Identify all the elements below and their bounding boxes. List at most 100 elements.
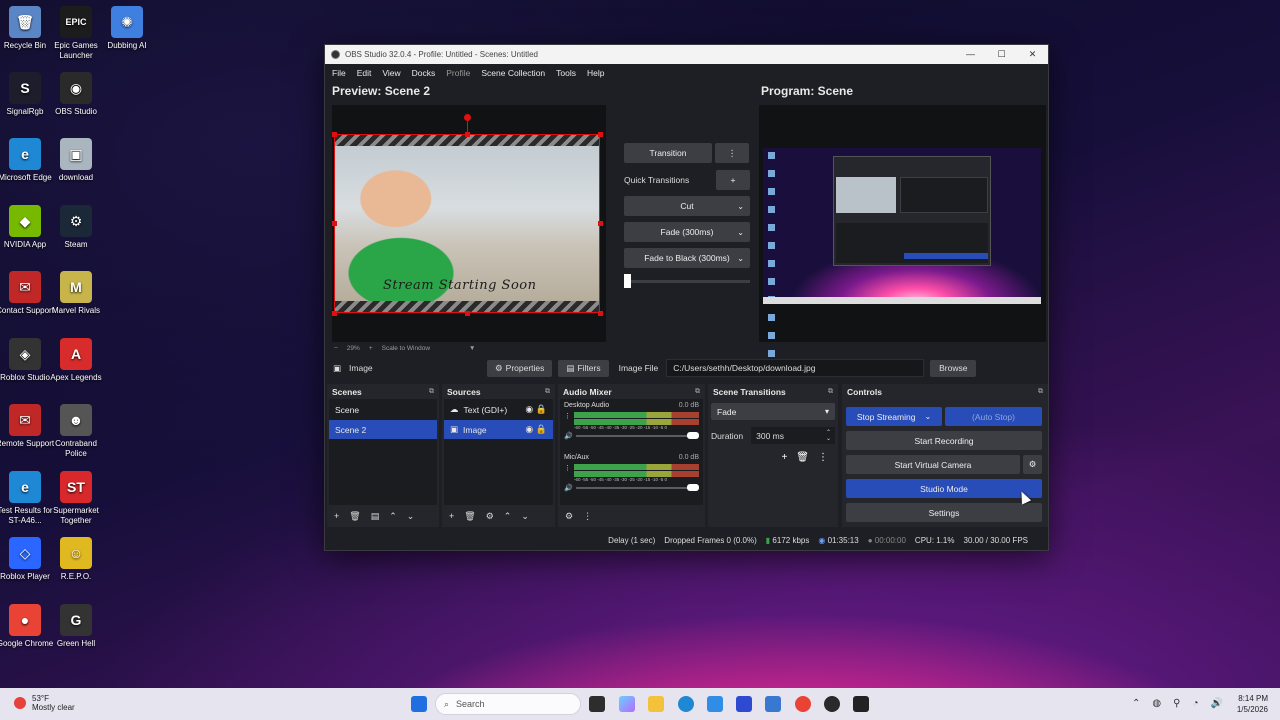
desktop-icon-dubbing-ai[interactable]: ✺ Dubbing AI bbox=[96, 6, 158, 51]
eye-icon[interactable]: ◉ bbox=[525, 404, 533, 414]
volume-slider[interactable] bbox=[576, 432, 699, 440]
selected-source-bounds[interactable]: Stream Starting Soon bbox=[334, 134, 600, 313]
desktop-icon-r-e-p-o[interactable]: ☺ R.E.P.O. bbox=[45, 537, 107, 582]
copilot-icon[interactable] bbox=[619, 696, 635, 712]
menu-help[interactable]: Help bbox=[587, 68, 604, 78]
mail-icon[interactable] bbox=[765, 696, 781, 712]
zoom-mode[interactable]: Scale to Window bbox=[382, 345, 430, 352]
volume-slider-handle[interactable] bbox=[687, 484, 699, 491]
move-up-icon[interactable]: ⌃ bbox=[504, 511, 512, 522]
menu-profile[interactable]: Profile bbox=[446, 68, 470, 78]
rotation-handle[interactable] bbox=[464, 114, 471, 121]
resize-handle-tr[interactable] bbox=[598, 132, 603, 137]
task-view-icon[interactable] bbox=[589, 696, 605, 712]
transition-type-select[interactable]: Fade ▾ bbox=[711, 403, 835, 420]
start-virtual-camera-button[interactable]: Start Virtual Camera bbox=[846, 455, 1020, 474]
channel-menu-icon[interactable]: ⋮ bbox=[564, 412, 574, 420]
quick-transition-fade[interactable]: Fade (300ms) ⌄ bbox=[624, 222, 750, 242]
wifi-icon[interactable]: ◔ bbox=[1192, 698, 1198, 709]
obs-taskbar-icon[interactable] bbox=[824, 696, 840, 712]
duration-spinbox[interactable]: 300 ms ⌃ ⌄ bbox=[751, 427, 835, 444]
dock-float-icon[interactable]: ⧉ bbox=[1038, 388, 1043, 396]
menu-scene-collection[interactable]: Scene Collection bbox=[481, 68, 545, 78]
speaker-icon[interactable]: 🔊 bbox=[564, 432, 576, 440]
transition-slider-handle[interactable] bbox=[624, 274, 631, 288]
zoom-out-button[interactable]: − bbox=[334, 345, 338, 352]
start-windows-icon[interactable] bbox=[411, 696, 427, 712]
app-f-icon[interactable] bbox=[707, 696, 723, 712]
desktop-icon-contraband-police[interactable]: ☻ Contraband Police bbox=[45, 404, 107, 459]
dock-float-icon[interactable]: ⧉ bbox=[429, 388, 434, 396]
file-explorer-icon[interactable] bbox=[648, 696, 664, 712]
taskbar-search[interactable]: ⌕ Search bbox=[435, 693, 581, 715]
source-item-image[interactable]: ▣ Image ◉ 🔒 bbox=[444, 420, 553, 439]
menu-view[interactable]: View bbox=[382, 68, 400, 78]
lock-icon[interactable]: 🔒 bbox=[536, 424, 547, 434]
clock[interactable]: 8:14 PM 1/5/2026 bbox=[1232, 693, 1268, 715]
network-icon[interactable]: ◍ bbox=[1152, 698, 1161, 709]
resize-handle-l[interactable] bbox=[332, 221, 337, 226]
move-down-icon[interactable]: ⌄ bbox=[407, 511, 415, 522]
remove-scene-icon[interactable]: 🗑 bbox=[349, 511, 360, 522]
lock-icon[interactable]: 🔒 bbox=[536, 404, 547, 414]
desktop-icon-steam[interactable]: ⚙ Steam bbox=[45, 205, 107, 250]
title-bar[interactable]: OBS Studio 32.0.4 - Profile: Untitled - … bbox=[325, 45, 1048, 64]
desktop-icon-green-hell[interactable]: G Green Hell bbox=[45, 604, 107, 649]
source-item-text[interactable]: ☁ Text (GDI+) ◉ 🔒 bbox=[444, 400, 553, 419]
add-transition-icon[interactable]: + bbox=[781, 452, 787, 463]
dock-float-icon[interactable]: ⧉ bbox=[695, 388, 700, 396]
preview-canvas[interactable]: Stream Starting Soon bbox=[332, 105, 606, 342]
remove-transition-icon[interactable]: 🗑 bbox=[796, 452, 809, 463]
store-icon[interactable] bbox=[736, 696, 752, 712]
transition-button[interactable]: Transition bbox=[624, 143, 712, 163]
desktop-icon-obs-studio[interactable]: ◉ OBS Studio bbox=[45, 72, 107, 117]
image-file-path-field[interactable]: C:/Users/sethh/Desktop/download.jpg bbox=[666, 359, 925, 377]
transition-menu-icon[interactable]: ⋮ bbox=[715, 143, 749, 163]
add-source-icon[interactable]: + bbox=[449, 511, 454, 521]
desktop-icon-download[interactable]: ▣ download bbox=[45, 138, 107, 183]
menu-file[interactable]: File bbox=[332, 68, 346, 78]
spin-arrows-icon[interactable]: ⌃ ⌄ bbox=[826, 430, 831, 442]
browse-button[interactable]: Browse bbox=[930, 359, 977, 377]
weather-widget[interactable]: 53°F Mostly clear bbox=[14, 694, 75, 712]
resize-handle-t[interactable] bbox=[465, 132, 470, 137]
location-icon[interactable]: ⚲ bbox=[1173, 698, 1180, 709]
virtual-camera-settings-gear-icon[interactable]: ⚙ bbox=[1023, 455, 1042, 474]
add-quick-transition-icon[interactable]: + bbox=[716, 170, 750, 190]
stop-streaming-button[interactable]: Stop Streaming ⌄ bbox=[846, 407, 942, 426]
resize-handle-tl[interactable] bbox=[332, 132, 337, 137]
channel-menu-icon[interactable]: ⋮ bbox=[564, 464, 574, 472]
settings-button[interactable]: Settings bbox=[846, 503, 1042, 522]
eye-icon[interactable]: ◉ bbox=[525, 424, 533, 434]
transition-properties-icon[interactable]: ⋮ bbox=[818, 452, 828, 463]
minimize-button[interactable]: — bbox=[955, 49, 986, 60]
edge-icon[interactable] bbox=[678, 696, 694, 712]
filters-button[interactable]: ▤ Filters bbox=[558, 359, 609, 377]
maximize-button[interactable]: ☐ bbox=[986, 49, 1017, 60]
chevron-down-icon[interactable]: ⌄ bbox=[924, 412, 931, 421]
tray-overflow-icon[interactable]: ⌃ bbox=[1132, 698, 1140, 709]
dock-float-icon[interactable]: ⧉ bbox=[828, 388, 833, 396]
desktop-icon-apex-legends[interactable]: A Apex Legends bbox=[45, 338, 107, 383]
scene-item-selected[interactable]: Scene 2 bbox=[329, 420, 437, 439]
zoom-dropdown-icon[interactable]: ▼ bbox=[469, 345, 475, 352]
remove-source-icon[interactable]: 🗑 bbox=[464, 511, 475, 522]
resize-handle-bl[interactable] bbox=[332, 311, 337, 316]
scene-item[interactable]: Scene bbox=[329, 400, 437, 419]
volume-icon[interactable]: 🔊 bbox=[1211, 698, 1223, 709]
zoom-in-button[interactable]: + bbox=[369, 345, 373, 352]
speaker-icon[interactable]: 🔊 bbox=[564, 484, 576, 492]
volume-slider-handle[interactable] bbox=[687, 432, 699, 439]
close-button[interactable]: ✕ bbox=[1017, 49, 1048, 60]
add-scene-icon[interactable]: + bbox=[334, 511, 339, 521]
advanced-audio-icon[interactable]: ⚙ bbox=[565, 511, 573, 522]
dock-float-icon[interactable]: ⧉ bbox=[545, 388, 550, 396]
menu-tools[interactable]: Tools bbox=[556, 68, 576, 78]
resize-handle-b[interactable] bbox=[465, 311, 470, 316]
resize-handle-br[interactable] bbox=[598, 311, 603, 316]
properties-button[interactable]: ⚙ Properties bbox=[487, 359, 553, 377]
quick-transition-fade-black[interactable]: Fade to Black (300ms) ⌄ bbox=[624, 248, 750, 268]
move-down-icon[interactable]: ⌄ bbox=[521, 511, 529, 522]
volume-slider[interactable] bbox=[576, 484, 699, 492]
resize-handle-r[interactable] bbox=[598, 221, 603, 226]
